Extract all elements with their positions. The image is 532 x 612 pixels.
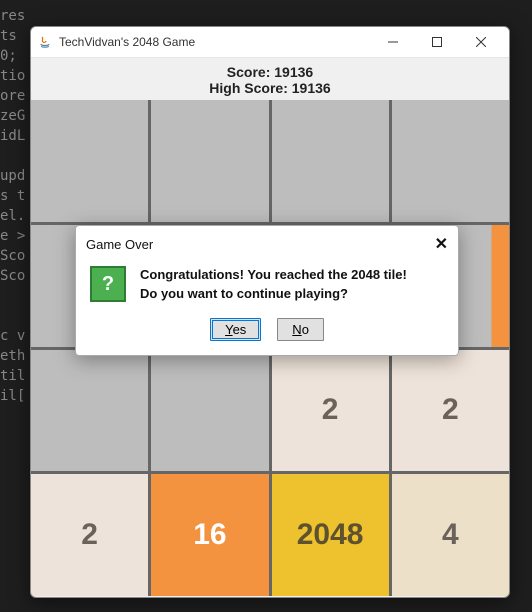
tile-3-3: 4: [392, 474, 509, 596]
window-title: TechVidvan's 2048 Game: [59, 35, 371, 49]
dialog-close-icon[interactable]: ✕: [435, 234, 448, 254]
game-over-dialog: Game Over ✕ ? Congratulations! You reach…: [75, 225, 459, 356]
question-icon: ?: [90, 266, 126, 302]
tile-2-1: [151, 350, 268, 472]
tile-2-0: [31, 350, 148, 472]
tile-2-2: 2: [272, 350, 389, 472]
dialog-title: Game Over: [86, 237, 153, 252]
score-text: Score: 19136: [31, 64, 509, 80]
tile-3-2: 2048: [272, 474, 389, 596]
titlebar: TechVidvan's 2048 Game: [31, 27, 509, 58]
maximize-button[interactable]: [415, 27, 459, 57]
tile-2-3: 2: [392, 350, 509, 472]
code-editor-bg: res ts 0; tio ore zeG idL upd s t el. e …: [0, 0, 25, 406]
close-button[interactable]: [459, 27, 503, 57]
score-bar: Score: 19136 High Score: 19136: [31, 58, 509, 100]
tile-3-0: 2: [31, 474, 148, 596]
tile-0-3: [392, 100, 509, 222]
yes-button[interactable]: Yes: [210, 318, 261, 341]
minimize-button[interactable]: [371, 27, 415, 57]
dialog-message: Congratulations! You reached the 2048 ti…: [140, 266, 407, 304]
tile-0-1: [151, 100, 268, 222]
no-button[interactable]: No: [277, 318, 324, 341]
tile-3-1: 16: [151, 474, 268, 596]
tile-0-2: [272, 100, 389, 222]
highscore-text: High Score: 19136: [31, 80, 509, 96]
java-icon: [37, 34, 53, 50]
tile-0-0: [31, 100, 148, 222]
